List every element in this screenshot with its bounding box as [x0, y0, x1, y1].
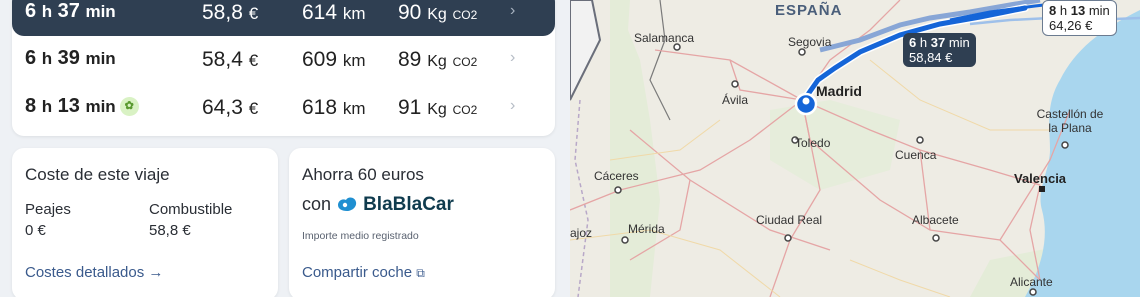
route-co2: 91 Kg CO2 — [398, 96, 478, 119]
external-link-icon: ⧉ — [416, 266, 425, 280]
tolls-value: 0 € — [25, 222, 46, 239]
route-map[interactable]: ESPAÑA Salamanca Segovia Madrid Ávila To… — [570, 0, 1140, 297]
route-co2: 89 Kg CO2 — [398, 48, 478, 71]
average-amount-note: Importe medio registrado — [302, 230, 419, 242]
route-duration-bubble[interactable]: 6 h 37 min 58,84 € — [903, 33, 976, 67]
route-price: 58,8 € — [202, 1, 259, 24]
city-label: Toledo — [795, 136, 831, 150]
blablacar-brand-line: con BlaBlaCar — [302, 194, 454, 215]
city-label: Mérida — [628, 222, 665, 236]
card-title: Ahorra 60 euros — [302, 165, 424, 184]
eco-leaf-icon: ✿ — [119, 97, 139, 116]
city-label: Ávila — [722, 93, 749, 107]
city-label: Segovia — [788, 35, 832, 49]
detailed-costs-link[interactable]: Costes detallados → — [25, 264, 163, 281]
chevron-right-icon: › — [510, 49, 516, 66]
city-label: Cuenca — [895, 148, 937, 162]
route-option-1[interactable]: 6 h 37 min 58,8 € 614 km 90 Kg CO2 › — [12, 0, 555, 36]
city-label: Salamanca — [634, 31, 695, 45]
route-price: 58,4 € — [202, 48, 259, 71]
route-duration: 6 h 37 min — [25, 0, 116, 22]
city-label: Albacete — [912, 213, 959, 227]
share-car-link[interactable]: Compartir coche ⧉ — [302, 264, 425, 281]
city-label: ajoz — [570, 226, 593, 240]
fuel-label: Combustible — [149, 201, 233, 218]
trip-cost-card: Coste de este viaje Peajes 0 € Combustib… — [12, 148, 278, 297]
city-label: Ciudad Real — [756, 213, 823, 227]
route-co2: 90 Kg CO2 — [398, 1, 478, 24]
route-option-2[interactable]: 6 h 39 min 58,4 € 609 km 89 Kg CO2 › — [12, 37, 555, 83]
alt-route-bubble[interactable]: 8 h 13 min 64,26 € — [1042, 0, 1117, 36]
chevron-right-icon: › — [510, 97, 516, 114]
chevron-right-icon: › — [510, 2, 516, 19]
route-option-3[interactable]: 8 h 13 min ✿ 64,3 € 618 km 91 Kg CO2 › — [12, 85, 555, 131]
route-panel: 6 h 37 min 58,8 € 614 km 90 Kg CO2 › 6 h… — [0, 0, 570, 297]
city-label: Cáceres — [594, 169, 639, 183]
city-label: Madrid — [816, 83, 862, 99]
route-duration: 6 h 39 min — [25, 47, 116, 69]
city-label: Castellón de la Plana — [1036, 107, 1104, 135]
route-distance: 618 km — [302, 96, 366, 119]
blablacar-card: Ahorra 60 euros con BlaBlaCar Importe me… — [289, 148, 555, 297]
tolls-label: Peajes — [25, 201, 71, 218]
route-list: 6 h 37 min 58,8 € 614 km 90 Kg CO2 › 6 h… — [12, 0, 555, 136]
city-label: Alicante — [1010, 275, 1053, 289]
route-duration: 8 h 13 min ✿ — [25, 95, 139, 118]
country-label: ESPAÑA — [775, 2, 843, 19]
route-distance: 609 km — [302, 48, 366, 71]
route-distance: 614 km — [302, 1, 366, 24]
card-title: Coste de este viaje — [25, 165, 170, 184]
city-label: Valencia — [1014, 171, 1067, 186]
fuel-value: 58,8 € — [149, 222, 191, 239]
route-price: 64,3 € — [202, 96, 259, 119]
blablacar-logo-icon — [338, 197, 357, 211]
